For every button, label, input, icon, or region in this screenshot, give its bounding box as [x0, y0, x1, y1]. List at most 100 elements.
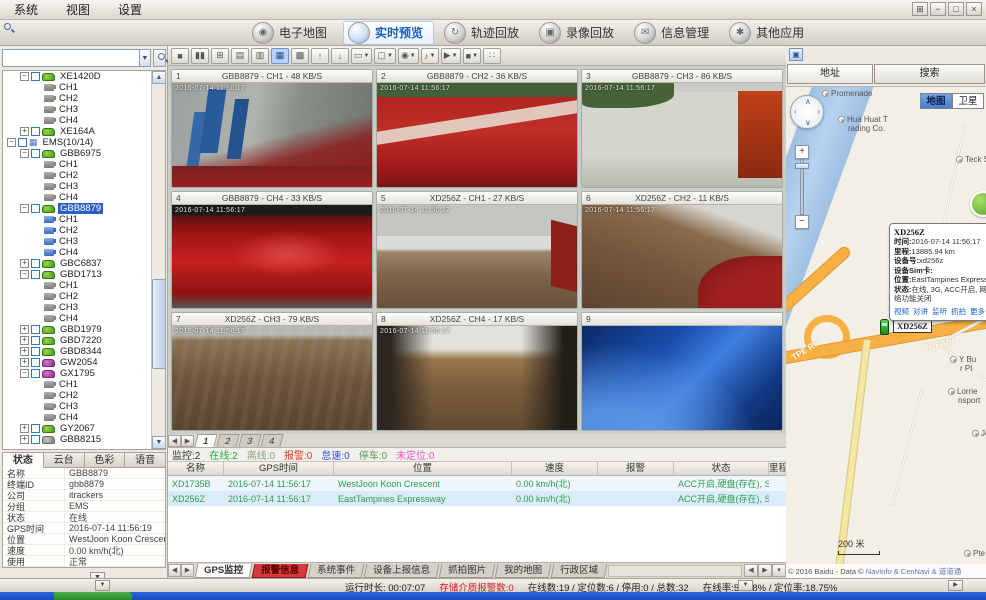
video-feed[interactable] — [582, 326, 782, 430]
video-feed[interactable]: 2016-07-14 11:56:17 — [172, 83, 372, 187]
tree-node-label[interactable]: GX1795 — [58, 368, 97, 379]
bottom-tab-我的地图[interactable]: 我的地图 — [495, 564, 552, 578]
pan-down-icon[interactable]: ∨ — [805, 118, 811, 127]
tree-node-CH3[interactable]: CH3 — [3, 401, 165, 412]
tree-node-label[interactable]: CH4 — [57, 247, 80, 258]
pause-all-icon[interactable]: ▮▮ — [191, 48, 209, 64]
tree-checkbox[interactable] — [31, 149, 40, 158]
tree-node-CH1[interactable]: CH1 — [3, 159, 165, 170]
tree-node-label[interactable]: CH2 — [57, 225, 80, 236]
zoom-out-button[interactable]: − — [795, 215, 809, 229]
tree-node-CH2[interactable]: CH2 — [3, 225, 165, 236]
popup-link-更多[interactable]: 更多 — [970, 307, 985, 316]
tree-node-CH3[interactable]: CH3 — [3, 236, 165, 247]
tree-node-XE164A[interactable]: +XE164A — [3, 126, 165, 137]
tree-node-label[interactable]: CH4 — [57, 115, 80, 126]
split-9-icon[interactable]: ▦ — [271, 48, 289, 64]
table-row-XD256Z[interactable]: XD256Z2016-07-14 11:56:17EastTampines Ex… — [168, 491, 786, 506]
tabs-scroll-left-icon[interactable]: ◀ — [744, 564, 758, 577]
fullscreen-icon[interactable]: ▭▼ — [351, 48, 372, 64]
map-search-button[interactable]: 搜索 — [874, 64, 985, 84]
tree-node-label[interactable]: GW2054 — [58, 357, 100, 368]
tree-node-label[interactable]: CH2 — [57, 93, 80, 104]
close-button[interactable]: × — [966, 2, 982, 16]
collapse-icon[interactable]: − — [7, 138, 16, 147]
pan-left-icon[interactable]: ‹ — [794, 107, 797, 116]
tree-node-EMS(10/14)[interactable]: −▦EMS(10/14) — [3, 137, 165, 148]
page-next-icon[interactable]: ▶ — [181, 435, 194, 447]
video-page-tab-3[interactable]: 3 — [238, 434, 261, 447]
tree-checkbox[interactable] — [31, 259, 40, 268]
tree-node-CH4[interactable]: CH4 — [3, 192, 165, 203]
zoom-slider-thumb[interactable] — [795, 163, 809, 169]
video-feed[interactable]: 2016-07-14 11:56:17 — [172, 205, 372, 309]
video-cell-5[interactable]: 5XD256Z - CH1 - 27 KB/S2016-07-14 11:56:… — [376, 191, 578, 310]
tree-node-label[interactable]: GBD7220 — [58, 335, 104, 346]
tree-node-label[interactable]: CH2 — [57, 170, 80, 181]
restore-button[interactable]: □ — [948, 2, 964, 16]
tree-checkbox[interactable] — [31, 369, 40, 378]
tree-node-CH1[interactable]: CH1 — [3, 214, 165, 225]
dropdown-arrow-icon[interactable]: ▼ — [472, 53, 478, 59]
tree-node-label[interactable]: GY2067 — [58, 423, 97, 434]
bottom-tab-抓拍图片[interactable]: 抓拍图片 — [439, 564, 496, 578]
page-up-icon[interactable]: ↑ — [311, 48, 329, 64]
satellite-view-tab[interactable]: 卫星 — [952, 93, 984, 109]
snapshot-icon[interactable]: ◉▼ — [398, 48, 419, 64]
table-row-XD1735B[interactable]: XD1735B2016-07-14 11:56:17WestJoon Koon … — [168, 476, 786, 491]
address-field[interactable]: 地址 — [787, 64, 873, 84]
search-dropdown-arrow-icon[interactable]: ▼ — [140, 49, 151, 67]
play-icon[interactable]: ▶▼ — [441, 48, 461, 64]
scrollbar-thumb[interactable] — [152, 279, 166, 369]
expand-icon[interactable]: + — [20, 347, 29, 356]
video-feed[interactable]: 2016-07-14 11:56:17 — [377, 326, 577, 430]
toolbar-button-电子地图[interactable]: ◉电子地图 — [248, 21, 337, 45]
tabs-prev-icon[interactable]: ◀ — [168, 564, 181, 577]
dropdown-arrow-icon[interactable]: ▼ — [452, 53, 458, 59]
split-4-icon[interactable]: ⊞ — [211, 48, 229, 64]
tree-node-GBD8344[interactable]: + GBD8344 — [3, 346, 165, 357]
status-dropdown-button[interactable]: ▼ — [738, 580, 753, 591]
tree-node-label[interactable]: CH1 — [57, 159, 80, 170]
split-6-icon[interactable]: ▤ — [231, 48, 249, 64]
table-header-3[interactable]: 速度 — [512, 462, 598, 475]
toolbar-button-信息管理[interactable]: ✉信息管理 — [630, 21, 719, 45]
tabs-scrollbar[interactable] — [608, 565, 742, 577]
popup-link-抓拍[interactable]: 抓拍 — [951, 307, 966, 316]
tree-node-CH2[interactable]: CH2 — [3, 390, 165, 401]
table-options-button[interactable]: ▾ — [772, 564, 786, 577]
minimize-button[interactable]: − — [930, 2, 946, 16]
tree-checkbox[interactable] — [31, 204, 40, 213]
tab-云台[interactable]: 云台 — [44, 452, 85, 468]
pan-up-icon[interactable]: ∧ — [805, 97, 811, 106]
device-search-input[interactable] — [2, 49, 140, 67]
tree-node-GBB6975[interactable]: −GBB6975 — [3, 148, 165, 159]
tree-checkbox[interactable] — [31, 127, 40, 136]
map-view-tab[interactable]: 地图 — [920, 93, 952, 109]
video-feed[interactable]: 2016-07-14 11:56:17 — [172, 326, 372, 430]
tree-node-CH3[interactable]: CH3 — [3, 181, 165, 192]
tree-checkbox[interactable] — [31, 336, 40, 345]
video-cell-2[interactable]: 2GBB8879 - CH2 - 36 KB/S2016-07-14 11:56… — [376, 69, 578, 188]
tree-checkbox[interactable] — [31, 435, 40, 444]
tree-node-CH3[interactable]: CH3 — [3, 302, 165, 313]
dropdown-arrow-icon[interactable]: ▼ — [387, 53, 393, 59]
tree-node-label[interactable]: GBD1979 — [58, 324, 104, 335]
toolbar-button-轨迹回放[interactable]: ↻轨迹回放 — [440, 21, 529, 45]
tree-node-label[interactable]: GBD8344 — [58, 346, 104, 357]
scroll-down-icon[interactable]: ▼ — [152, 436, 166, 449]
tree-node-label[interactable]: CH4 — [57, 412, 80, 423]
status-collapse-button[interactable]: ▼ — [95, 580, 110, 591]
video-cell-1[interactable]: 1GBB8879 - CH1 - 48 KB/S2016-07-14 11:56… — [171, 69, 373, 188]
tree-node-GBB8215[interactable]: +GBB8215 — [3, 434, 165, 445]
video-cell-4[interactable]: 4GBB8879 - CH4 - 33 KB/S2016-07-14 11:56… — [171, 191, 373, 310]
os-taskbar[interactable] — [0, 592, 986, 600]
tree-node-CH1[interactable]: CH1 — [3, 379, 165, 390]
tree-node-CH2[interactable]: CH2 — [3, 291, 165, 302]
collapse-icon[interactable]: − — [20, 369, 29, 378]
bottom-tab-GPS监控[interactable]: GPS监控 — [195, 564, 253, 578]
tree-checkbox[interactable] — [18, 138, 27, 147]
tree-node-label[interactable]: GBD1713 — [58, 269, 104, 280]
table-header-2[interactable]: 位置 — [334, 462, 512, 475]
tab-状态[interactable]: 状态 — [2, 452, 44, 468]
